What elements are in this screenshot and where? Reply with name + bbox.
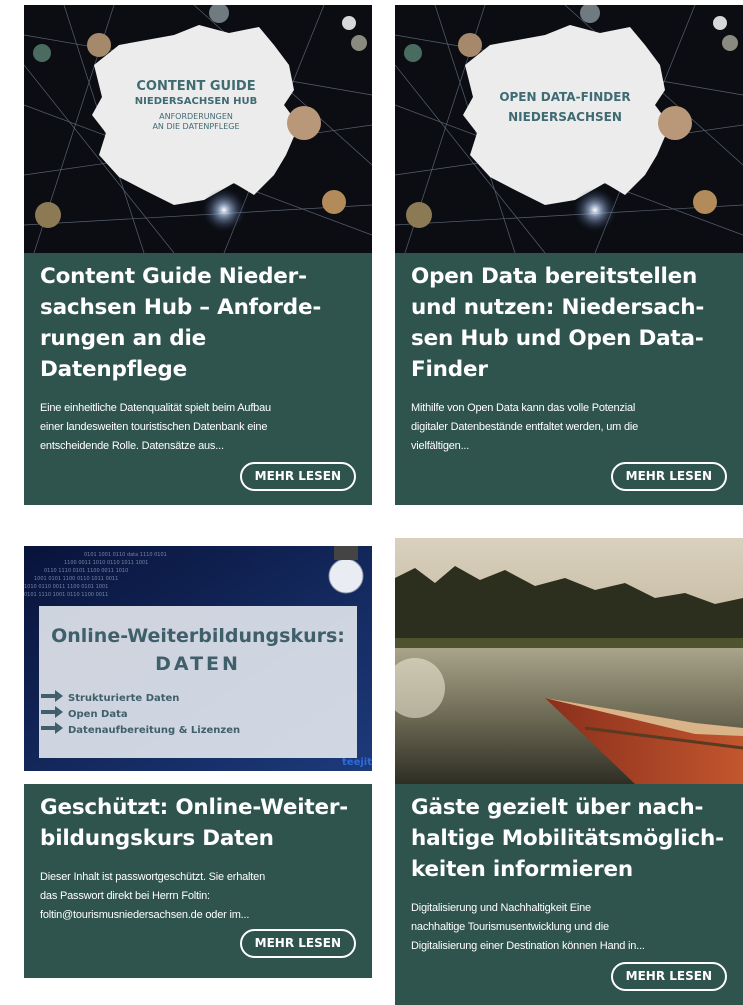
read-more-button[interactable]: MEHR LESEN: [610, 462, 727, 491]
post-card: CONTENT GUIDE NIEDERSACHSEN HUB ANFORDER…: [24, 5, 372, 505]
svg-text:ANFORDERUNGEN: ANFORDERUNGEN: [159, 112, 233, 121]
post-title[interactable]: Open Data bereitstellen und nutzen: Nied…: [411, 261, 727, 385]
read-more-button[interactable]: MEHR LESEN: [610, 962, 727, 991]
read-more-button[interactable]: MEHR LESEN: [239, 929, 356, 958]
post-card: 0101 1001 0110 data 1110 0101 1100 0011 …: [24, 538, 372, 978]
post-card: OPEN DATA-FINDER NIEDERSACHSEN Open Data…: [395, 5, 743, 505]
post-excerpt: Eine einheitliche Datenqualität spielt b…: [40, 402, 271, 452]
post-panel: Open Data bereitstellen und nutzen: Nied…: [395, 253, 743, 505]
post-title[interactable]: Content Guide Nieder- sachsen Hub – Anfo…: [40, 261, 356, 385]
map-illustration: OPEN DATA-FINDER NIEDERSACHSEN: [395, 5, 743, 253]
course-heading: Online-Weiterbildungskurs:: [51, 625, 345, 647]
course-banner: 0101 1001 0110 data 1110 0101 1100 0011 …: [24, 546, 372, 771]
image-caption: CONTENT GUIDE: [136, 79, 255, 94]
post-image[interactable]: OPEN DATA-FINDER NIEDERSACHSEN: [395, 5, 743, 253]
svg-text:1001 0101 1100 0110 1011 0011: 1001 0101 1100 0110 1011 0011: [34, 576, 118, 582]
svg-text:0101 1110 1001 0110 1100 0011: 0101 1110 1001 0110 1100 0011: [24, 592, 108, 598]
post-title[interactable]: Gäste gezielt über nach- haltige Mobilit…: [411, 792, 727, 885]
svg-text:1010 0110 0011 1100 0101 1001: 1010 0110 0011 1100 0101 1001: [24, 584, 108, 590]
post-panel: Geschützt: Online-Weiter- bildungskurs D…: [24, 784, 372, 978]
post-excerpt: Digitalisierung und Nachhaltigkeit Eine …: [411, 902, 645, 952]
svg-text:1100 0011 1010 0110 1011 1001: 1100 0011 1010 0110 1011 1001: [64, 560, 148, 566]
post-image[interactable]: CONTENT GUIDE NIEDERSACHSEN HUB ANFORDER…: [24, 5, 372, 253]
svg-text:NIEDERSACHSEN HUB: NIEDERSACHSEN HUB: [135, 96, 257, 107]
svg-text:DATEN: DATEN: [155, 653, 241, 675]
post-excerpt: Dieser Inhalt ist passwortgeschützt. Sie…: [40, 871, 265, 921]
post-image[interactable]: 0101 1001 0110 data 1110 0101 1100 0011 …: [24, 546, 372, 771]
post-image[interactable]: [395, 538, 743, 784]
svg-text:Datenaufbereitung & Lizenzen: Datenaufbereitung & Lizenzen: [68, 725, 240, 736]
svg-text:AN DIE DATENPFLEGE: AN DIE DATENPFLEGE: [152, 122, 239, 131]
lake-photo: [395, 538, 743, 784]
image-caption: OPEN DATA-FINDER: [499, 90, 630, 104]
post-panel: Gäste gezielt über nach- haltige Mobilit…: [395, 784, 743, 1005]
post-title[interactable]: Geschützt: Online-Weiter- bildungskurs D…: [40, 792, 356, 854]
map-illustration: CONTENT GUIDE NIEDERSACHSEN HUB ANFORDER…: [24, 5, 372, 253]
post-panel: Content Guide Nieder- sachsen Hub – Anfo…: [24, 253, 372, 505]
post-card: Gäste gezielt über nach- haltige Mobilit…: [395, 538, 743, 1005]
svg-text:Strukturierte Daten: Strukturierte Daten: [68, 693, 179, 704]
teejit-logo: teejit: [342, 757, 372, 768]
svg-text:Open Data: Open Data: [68, 709, 128, 720]
post-excerpt: Mithilfe von Open Data kann das volle Po…: [411, 402, 639, 452]
svg-text:NIEDERSACHSEN: NIEDERSACHSEN: [508, 110, 622, 124]
svg-text:0110 1110 0101 1100 0011 1010: 0110 1110 0101 1100 0011 1010: [44, 568, 128, 574]
svg-text:0101 1001 0110 data 1110 0101: 0101 1001 0110 data 1110 0101: [84, 552, 167, 558]
read-more-button[interactable]: MEHR LESEN: [239, 462, 356, 491]
